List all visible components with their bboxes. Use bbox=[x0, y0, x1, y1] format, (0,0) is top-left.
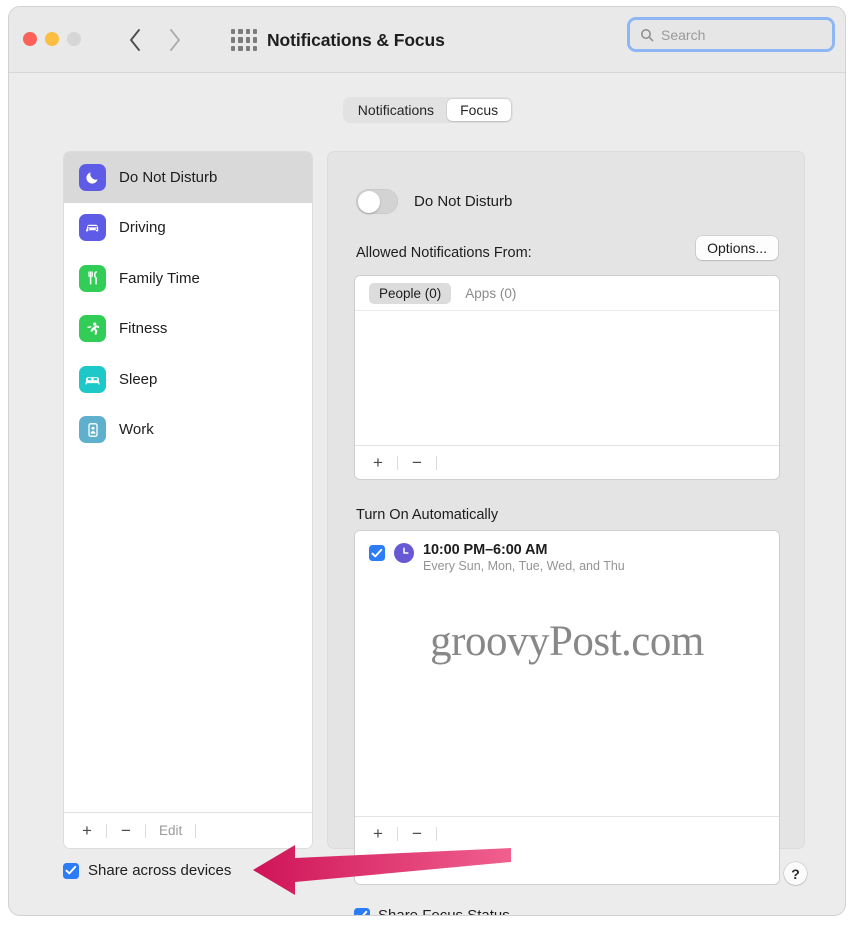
bed-icon bbox=[79, 365, 106, 393]
do-not-disturb-toggle[interactable] bbox=[356, 189, 398, 214]
page-title: Notifications & Focus bbox=[267, 30, 445, 50]
schedule-days: Every Sun, Mon, Tue, Wed, and Thu bbox=[423, 559, 625, 573]
help-button[interactable]: ? bbox=[784, 862, 807, 885]
share-focus-status-label: Share Focus Status bbox=[378, 907, 510, 916]
share-focus-status-checkbox[interactable] bbox=[354, 907, 370, 915]
tab-people[interactable]: People (0) bbox=[369, 282, 452, 304]
toggle-knob bbox=[357, 190, 380, 213]
toolbar-divider bbox=[436, 455, 437, 470]
fork-knife-icon bbox=[79, 264, 106, 292]
sidebar-item-work[interactable]: Work bbox=[64, 405, 312, 456]
sidebar-item-label: Sleep bbox=[119, 370, 158, 388]
clock-icon bbox=[394, 543, 414, 563]
running-person-icon bbox=[79, 315, 106, 343]
toolbar-divider bbox=[145, 823, 146, 838]
sidebar-item-driving[interactable]: Driving bbox=[64, 203, 312, 254]
traffic-lights bbox=[23, 32, 81, 46]
share-across-devices-label: Share across devices bbox=[88, 862, 232, 879]
toolbar-divider bbox=[397, 826, 398, 841]
show-all-grid-icon[interactable] bbox=[231, 29, 257, 51]
car-icon bbox=[79, 214, 106, 242]
focus-list: Do Not Disturb Driving Family Time Fitne… bbox=[64, 152, 312, 812]
turn-on-automatically-label: Turn On Automatically bbox=[356, 507, 499, 523]
schedule-list-body: 10:00 PM–6:00 AM Every Sun, Mon, Tue, We… bbox=[355, 531, 779, 816]
close-button-icon[interactable] bbox=[23, 32, 37, 46]
toolbar-divider bbox=[436, 826, 437, 841]
back-chevron-icon[interactable] bbox=[126, 24, 144, 56]
search-input[interactable]: Search bbox=[630, 20, 832, 49]
add-focus-button[interactable]: + bbox=[74, 822, 100, 839]
allowed-tabs: People (0) Apps (0) bbox=[355, 276, 779, 310]
focus-sidebar: Do Not Disturb Driving Family Time Fitne… bbox=[63, 151, 313, 849]
options-button[interactable]: Options... bbox=[696, 236, 778, 260]
share-focus-status-section: Share Focus Status Tell apps you have no… bbox=[354, 907, 798, 916]
search-field-wrapper[interactable]: Search bbox=[627, 17, 835, 52]
share-across-devices-checkbox[interactable] bbox=[63, 862, 79, 879]
schedule-row[interactable]: 10:00 PM–6:00 AM Every Sun, Mon, Tue, We… bbox=[355, 531, 779, 573]
tab-notifications[interactable]: Notifications bbox=[345, 99, 447, 121]
moon-icon bbox=[79, 163, 106, 191]
toolbar-divider bbox=[195, 823, 197, 838]
watermark: groovyPost.com bbox=[430, 618, 704, 665]
edit-focus-button[interactable]: Edit bbox=[152, 823, 189, 838]
remove-focus-button[interactable]: − bbox=[113, 822, 139, 839]
do-not-disturb-toggle-row: Do Not Disturb bbox=[356, 189, 512, 214]
add-allowed-button[interactable]: + bbox=[365, 454, 391, 471]
tab-bar: Notifications Focus bbox=[9, 97, 845, 123]
system-preferences-window: Notifications & Focus Search Notificatio… bbox=[8, 6, 846, 916]
forward-chevron-icon[interactable] bbox=[166, 24, 184, 56]
sidebar-toolbar: + − Edit bbox=[64, 812, 312, 848]
sidebar-item-label: Do Not Disturb bbox=[119, 168, 218, 186]
allowed-notifications-label: Allowed Notifications From: bbox=[356, 245, 532, 261]
schedule-checkbox[interactable] bbox=[369, 545, 385, 561]
tab-apps[interactable]: Apps (0) bbox=[455, 283, 526, 304]
titlebar: Notifications & Focus Search bbox=[9, 7, 845, 73]
tab-focus[interactable]: Focus bbox=[447, 99, 512, 121]
segmented-control: Notifications Focus bbox=[342, 97, 514, 123]
badge-person-icon bbox=[79, 416, 106, 444]
share-across-devices-row[interactable]: Share across devices bbox=[63, 862, 231, 879]
allowed-list-body[interactable] bbox=[355, 310, 779, 445]
sidebar-item-label: Family Time bbox=[119, 269, 200, 287]
navigation-arrows bbox=[126, 24, 184, 56]
search-placeholder: Search bbox=[661, 26, 706, 43]
sidebar-item-label: Work bbox=[119, 421, 154, 439]
allowed-list-footer: + − bbox=[355, 445, 779, 479]
remove-schedule-button[interactable]: − bbox=[404, 825, 430, 842]
sidebar-item-fitness[interactable]: Fitness bbox=[64, 304, 312, 355]
sidebar-item-label: Driving bbox=[119, 219, 166, 237]
automatic-schedule-listbox: 10:00 PM–6:00 AM Every Sun, Mon, Tue, We… bbox=[354, 530, 780, 885]
minimize-button-icon[interactable] bbox=[45, 32, 59, 46]
zoom-button-icon bbox=[67, 32, 81, 46]
share-focus-status-header[interactable]: Share Focus Status bbox=[354, 907, 798, 916]
sidebar-item-family-time[interactable]: Family Time bbox=[64, 253, 312, 304]
add-schedule-button[interactable]: + bbox=[365, 825, 391, 842]
remove-allowed-button[interactable]: − bbox=[404, 454, 430, 471]
allowed-notifications-listbox: People (0) Apps (0) + − bbox=[354, 275, 780, 480]
sidebar-item-do-not-disturb[interactable]: Do Not Disturb bbox=[64, 152, 312, 203]
schedule-list-footer: + − bbox=[355, 816, 779, 850]
focus-detail-panel: Do Not Disturb Allowed Notifications Fro… bbox=[327, 151, 805, 915]
schedule-time: 10:00 PM–6:00 AM bbox=[423, 542, 548, 558]
sidebar-item-label: Fitness bbox=[119, 320, 168, 338]
search-icon bbox=[641, 28, 654, 41]
schedule-text: 10:00 PM–6:00 AM Every Sun, Mon, Tue, We… bbox=[423, 542, 625, 573]
sidebar-item-sleep[interactable]: Sleep bbox=[64, 354, 312, 405]
toolbar-divider bbox=[397, 455, 398, 470]
toolbar-divider bbox=[106, 823, 107, 838]
toggle-label: Do Not Disturb bbox=[414, 193, 513, 210]
